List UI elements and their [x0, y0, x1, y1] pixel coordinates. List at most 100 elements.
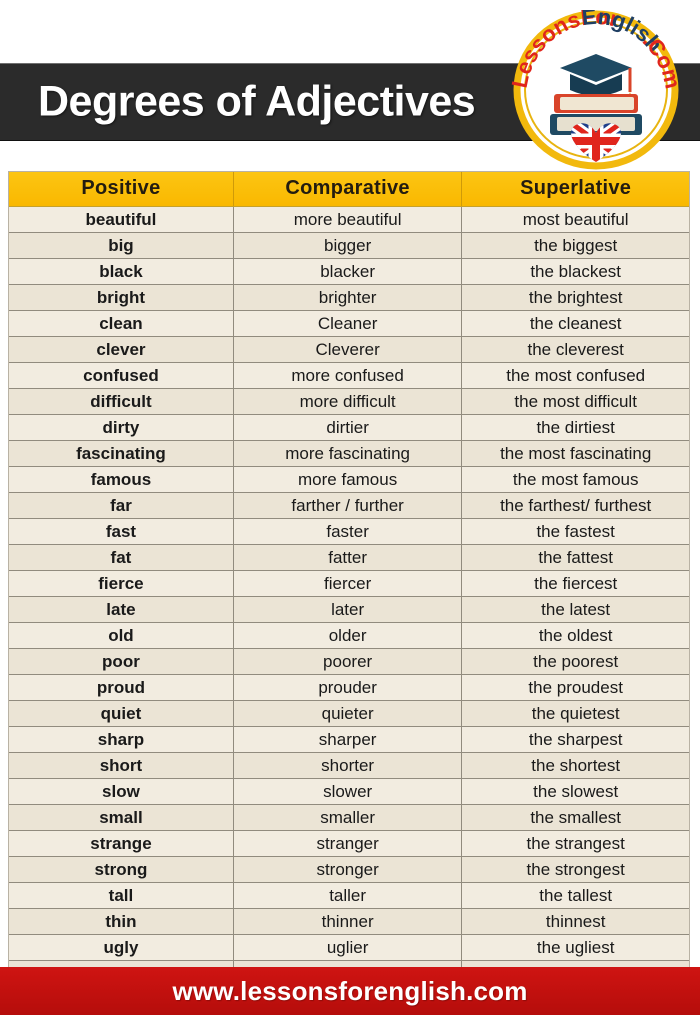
table-row: black blacker the blackest — [9, 258, 689, 285]
table-row: quiet quieter the quietest — [9, 700, 689, 727]
adjective-comparative: slower — [233, 778, 463, 805]
table-row: beautiful more beautiful most beautiful — [9, 206, 689, 233]
adjective-positive: fierce — [9, 570, 234, 597]
adjective-comparative: more fascinating — [233, 440, 463, 467]
adjective-positive: strange — [9, 830, 234, 857]
adjective-comparative: shorter — [233, 752, 463, 779]
adjective-positive: poor — [9, 648, 234, 675]
table-row: famous more famous the most famous — [9, 466, 689, 493]
adjective-superlative: thinnest — [461, 908, 689, 935]
adjective-superlative: the proudest — [461, 674, 689, 701]
book-stack-icon — [550, 94, 642, 135]
adjective-superlative: the sharpest — [461, 726, 689, 753]
adjective-superlative: the tallest — [461, 882, 689, 909]
adjective-positive: quiet — [9, 700, 234, 727]
table-row: poor poorer the poorest — [9, 648, 689, 675]
adjective-comparative: fatter — [233, 544, 463, 571]
adjective-comparative: sharper — [233, 726, 463, 753]
table-row: strong stronger the strongest — [9, 856, 689, 883]
adjective-positive: fast — [9, 518, 234, 545]
adjective-superlative: the latest — [461, 596, 689, 623]
adjective-comparative: Cleaner — [233, 310, 463, 337]
table-row: slow slower the slowest — [9, 778, 689, 805]
table-row: fat fatter the fattest — [9, 544, 689, 571]
adjective-superlative: the quietest — [461, 700, 689, 727]
table-row: confused more confused the most confused — [9, 362, 689, 389]
adjective-superlative: the most confused — [461, 362, 689, 389]
adjective-superlative: the poorest — [461, 648, 689, 675]
adjective-comparative: more beautiful — [233, 206, 463, 233]
adjective-positive: proud — [9, 674, 234, 701]
adjective-superlative: the most difficult — [461, 388, 689, 415]
adjective-comparative: poorer — [233, 648, 463, 675]
adjective-comparative: uglier — [233, 934, 463, 961]
adjective-superlative: the ugliest — [461, 934, 689, 961]
table-row: clean Cleaner the cleanest — [9, 310, 689, 337]
adjective-comparative: farther / further — [233, 492, 463, 519]
page-title: Degrees of Adjectives — [38, 77, 476, 126]
adjective-positive: far — [9, 492, 234, 519]
adjective-superlative: the oldest — [461, 622, 689, 649]
table-row: old older the oldest — [9, 622, 689, 649]
adjective-positive: fascinating — [9, 440, 234, 467]
table-row: short shorter the shortest — [9, 752, 689, 779]
adjective-positive: dirty — [9, 414, 234, 441]
table-row: far farther / further the farthest/ furthe… — [9, 492, 689, 519]
column-header-superlative: Superlative — [461, 172, 689, 207]
table-row: thin thinner thinnest — [9, 908, 689, 935]
adjective-superlative: the brightest — [461, 284, 689, 311]
adjective-positive: famous — [9, 466, 234, 493]
adjective-positive: small — [9, 804, 234, 831]
adjective-comparative: older — [233, 622, 463, 649]
adjective-positive: difficult — [9, 388, 234, 415]
adjective-comparative: stranger — [233, 830, 463, 857]
adjective-comparative: more difficult — [233, 388, 463, 415]
adjective-comparative: fiercer — [233, 570, 463, 597]
table-row: small smaller the smallest — [9, 804, 689, 831]
adjective-comparative: faster — [233, 518, 463, 545]
adjective-positive: old — [9, 622, 234, 649]
table-row: fast faster the fastest — [9, 518, 689, 545]
adjective-positive: black — [9, 258, 234, 285]
column-header-positive: Positive — [9, 172, 234, 207]
adjective-positive: slow — [9, 778, 234, 805]
adjective-superlative: the cleverest — [461, 336, 689, 363]
adjective-superlative: the cleanest — [461, 310, 689, 337]
table-row: strange stranger the strangest — [9, 830, 689, 857]
adjective-comparative: bigger — [233, 232, 463, 259]
adjective-superlative: the strangest — [461, 830, 689, 857]
table-row: clever Cleverer the cleverest — [9, 336, 689, 363]
adjective-superlative: the most famous — [461, 466, 689, 493]
adjective-comparative: smaller — [233, 804, 463, 831]
adjective-positive: sharp — [9, 726, 234, 753]
adjective-superlative: the fattest — [461, 544, 689, 571]
table-row: fierce fiercer the fiercest — [9, 570, 689, 597]
table-row: fascinating more fascinating the most fasc… — [9, 440, 689, 467]
adjective-positive: beautiful — [9, 206, 234, 233]
table-body: beautiful more beautiful most beautiful big… — [9, 206, 689, 986]
adjective-positive: short — [9, 752, 234, 779]
adjective-superlative: the biggest — [461, 232, 689, 259]
adjective-positive: ugly — [9, 934, 234, 961]
adjective-positive: clever — [9, 336, 234, 363]
adjective-superlative: the farthest/ furthest — [461, 492, 689, 519]
adjective-positive: thin — [9, 908, 234, 935]
adjective-superlative: the dirtiest — [461, 414, 689, 441]
footer-bar: www.lessonsforenglish.com — [0, 967, 700, 1015]
adjective-positive: clean — [9, 310, 234, 337]
column-header-comparative: Comparative — [233, 172, 463, 207]
adjective-superlative: the fastest — [461, 518, 689, 545]
table-row: dirty dirtier the dirtiest — [9, 414, 689, 441]
degrees-of-adjectives-table: Positive Comparative Superlative beautif… — [8, 171, 690, 987]
table-row: difficult more difficult the most difficul… — [9, 388, 689, 415]
adjective-comparative: blacker — [233, 258, 463, 285]
adjective-superlative: most beautiful — [461, 206, 689, 233]
adjective-superlative: the blackest — [461, 258, 689, 285]
table-row: sharp sharper the sharpest — [9, 726, 689, 753]
table-row: proud prouder the proudest — [9, 674, 689, 701]
adjective-superlative: the fiercest — [461, 570, 689, 597]
adjective-comparative: dirtier — [233, 414, 463, 441]
adjective-positive: confused — [9, 362, 234, 389]
adjective-positive: fat — [9, 544, 234, 571]
adjective-superlative: the most fascinating — [461, 440, 689, 467]
